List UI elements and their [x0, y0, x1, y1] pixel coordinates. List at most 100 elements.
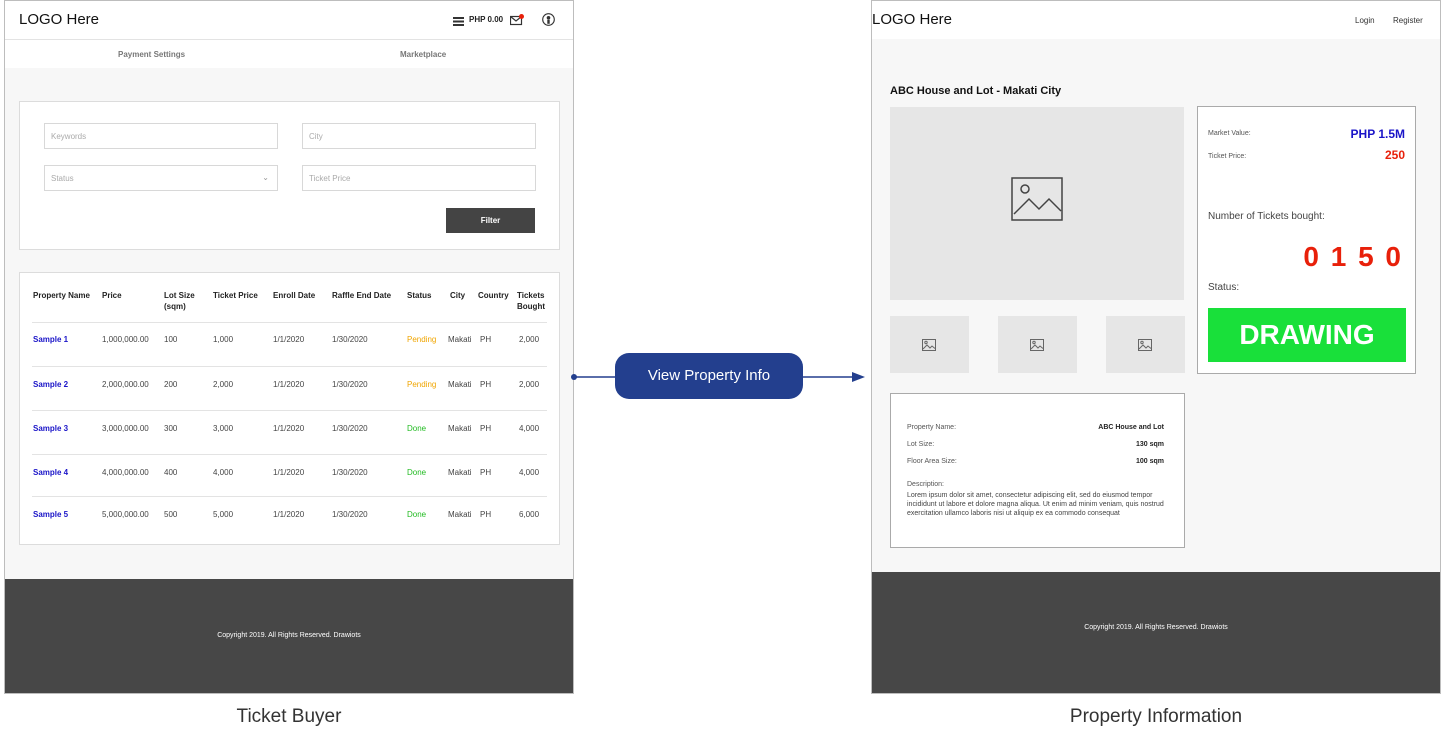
property-information-screen: LOGO Here Login Register ABC House and L… — [871, 0, 1441, 694]
caption-property-information: Property Information — [1069, 706, 1243, 727]
tickets-bought-label: Number of Tickets bought: — [1208, 211, 1325, 222]
cell-city: Makati — [448, 335, 472, 344]
cell-tickets-bought: 2,000 — [519, 380, 540, 389]
caption-ticket-buyer: Ticket Buyer — [236, 706, 342, 727]
col-raffle-end-date: Raffle End Date — [332, 291, 392, 300]
description-text: Lorem ipsum dolor sit amet, consectetur … — [907, 492, 1164, 517]
top-bar: LOGO Here Login Register — [872, 1, 1440, 39]
property-table: Property Name Price Lot Size (sqm) Ticke… — [19, 272, 560, 545]
tickets-bought-count: 0 1 5 0 — [1303, 241, 1403, 272]
filter-button[interactable]: Filter — [446, 208, 535, 233]
top-bar: LOGO Here PHP 0.00 — [5, 1, 573, 40]
col-enroll-date: Enroll Date — [273, 291, 316, 300]
col-property-name: Property Name — [33, 291, 90, 300]
balance-text: PHP 0.00 — [469, 15, 504, 24]
cell-raffle-end-date: 1/30/2020 — [332, 380, 368, 389]
header-divider — [32, 322, 547, 323]
footer-copyright: Copyright 2019. All Rights Reserved. Dra… — [1084, 624, 1228, 631]
mail-icon[interactable] — [509, 13, 524, 31]
footer-copyright: Copyright 2019. All Rights Reserved. Dra… — [217, 632, 361, 639]
property-link[interactable]: Sample 4 — [33, 468, 68, 477]
status-badge: DRAWING — [1208, 308, 1406, 362]
col-lot-size: Lot Size (sqm) — [164, 291, 195, 311]
footer: Copyright 2019. All Rights Reserved. Dra… — [872, 572, 1440, 693]
ticket-price: 250 — [1384, 148, 1405, 162]
property-link[interactable]: Sample 3 — [33, 424, 68, 433]
status-select-placeholder: Status — [51, 174, 74, 183]
register-link[interactable]: Register — [1393, 16, 1423, 25]
col-price: Price — [102, 291, 122, 300]
row-divider — [32, 366, 547, 367]
image-icon — [922, 338, 936, 356]
col-city: City — [450, 291, 466, 300]
keywords-input[interactable]: Keywords — [44, 123, 278, 149]
cell-country: PH — [480, 335, 492, 344]
city-input[interactable]: City — [302, 123, 536, 149]
col-tickets-bought: Tickets Bought — [517, 291, 545, 311]
chevron-down-icon: ⌄ — [262, 173, 269, 182]
cell-price: 4,000,000.00 — [102, 468, 149, 477]
raffle-info-panel: Market Value: PHP 1.5M Ticket Price: 250… — [1197, 106, 1416, 374]
table-row[interactable]: Sample 2 2,000,000.00 200 2,000 1/1/2020… — [20, 380, 559, 400]
property-link[interactable]: Sample 1 — [33, 335, 68, 344]
main-image — [890, 107, 1184, 300]
cell-enroll-date: 1/1/2020 — [273, 424, 305, 433]
row-divider — [32, 496, 547, 497]
image-icon — [1138, 338, 1152, 356]
table-row[interactable]: Sample 3 3,000,000.00 300 3,000 1/1/2020… — [20, 424, 559, 444]
cell-price: 3,000,000.00 — [102, 424, 149, 433]
cell-enroll-date: 1/1/2020 — [273, 335, 305, 344]
login-link[interactable]: Login — [1355, 16, 1375, 25]
table-row[interactable]: Sample 1 1,000,000.00 100 1,000 1/1/2020… — [20, 335, 559, 355]
sub-nav: Payment Settings Marketplace — [5, 40, 573, 68]
cell-status: Done — [407, 510, 427, 519]
table-row[interactable]: Sample 4 4,000,000.00 400 4,000 1/1/2020… — [20, 468, 559, 488]
cell-price: 1,000,000.00 — [102, 335, 149, 344]
nav-marketplace[interactable]: Marketplace — [400, 50, 446, 59]
cell-tickets-bought: 4,000 — [519, 468, 540, 477]
cell-country: PH — [480, 510, 492, 519]
image-icon — [1011, 177, 1063, 226]
cell-country: PH — [480, 468, 492, 477]
col-ticket-price: Ticket Price — [213, 291, 258, 300]
cell-raffle-end-date: 1/30/2020 — [332, 468, 368, 477]
table-row[interactable]: Sample 5 5,000,000.00 500 5,000 1/1/2020… — [20, 510, 559, 530]
market-value-label: Market Value: — [1208, 130, 1251, 137]
logo[interactable]: LOGO Here — [19, 11, 99, 28]
nav-payment-settings[interactable]: Payment Settings — [118, 50, 185, 59]
row-divider — [32, 454, 547, 455]
cell-status: Pending — [407, 335, 437, 344]
cell-price: 5,000,000.00 — [102, 510, 149, 519]
user-icon[interactable] — [542, 13, 555, 31]
property-link[interactable]: Sample 2 — [33, 380, 68, 389]
cell-status: Done — [407, 424, 427, 433]
col-country: Country — [478, 291, 509, 300]
logo[interactable]: LOGO Here — [872, 11, 952, 28]
status-select[interactable]: Status ⌄ — [44, 165, 278, 191]
cell-ticket-price: 5,000 — [213, 510, 234, 519]
thumbnail-image[interactable] — [890, 316, 969, 373]
lot-size-label: Lot Size: — [907, 441, 935, 448]
thumbnail-image[interactable] — [998, 316, 1077, 373]
property-name-label: Property Name: — [907, 424, 957, 431]
market-value: PHP 1.5M — [1350, 127, 1405, 141]
cell-city: Makati — [448, 424, 472, 433]
cell-ticket-price: 2,000 — [213, 380, 234, 389]
view-property-info-button[interactable]: View Property Info — [615, 353, 803, 399]
ticket-price-input[interactable]: Ticket Price — [302, 165, 536, 191]
cell-country: PH — [480, 424, 492, 433]
cell-enroll-date: 1/1/2020 — [273, 468, 305, 477]
floor-area-value: 100 sqm — [1135, 458, 1164, 465]
cell-raffle-end-date: 1/30/2020 — [332, 424, 368, 433]
cell-lot-size: 200 — [164, 380, 178, 389]
status-label: Status: — [1208, 282, 1240, 293]
ticket-buyer-screen: LOGO Here PHP 0.00 Payment Settings Mark… — [4, 0, 574, 694]
cell-city: Makati — [448, 468, 472, 477]
property-link[interactable]: Sample 5 — [33, 510, 68, 519]
thumbnail-image[interactable] — [1106, 316, 1185, 373]
wallet-icon — [453, 14, 464, 32]
cell-city: Makati — [448, 510, 472, 519]
ticket-price-label: Ticket Price: — [1208, 153, 1247, 160]
description-label: Description: — [907, 481, 944, 488]
property-details-card: Property Name: ABC House and Lot Lot Siz… — [890, 393, 1185, 548]
